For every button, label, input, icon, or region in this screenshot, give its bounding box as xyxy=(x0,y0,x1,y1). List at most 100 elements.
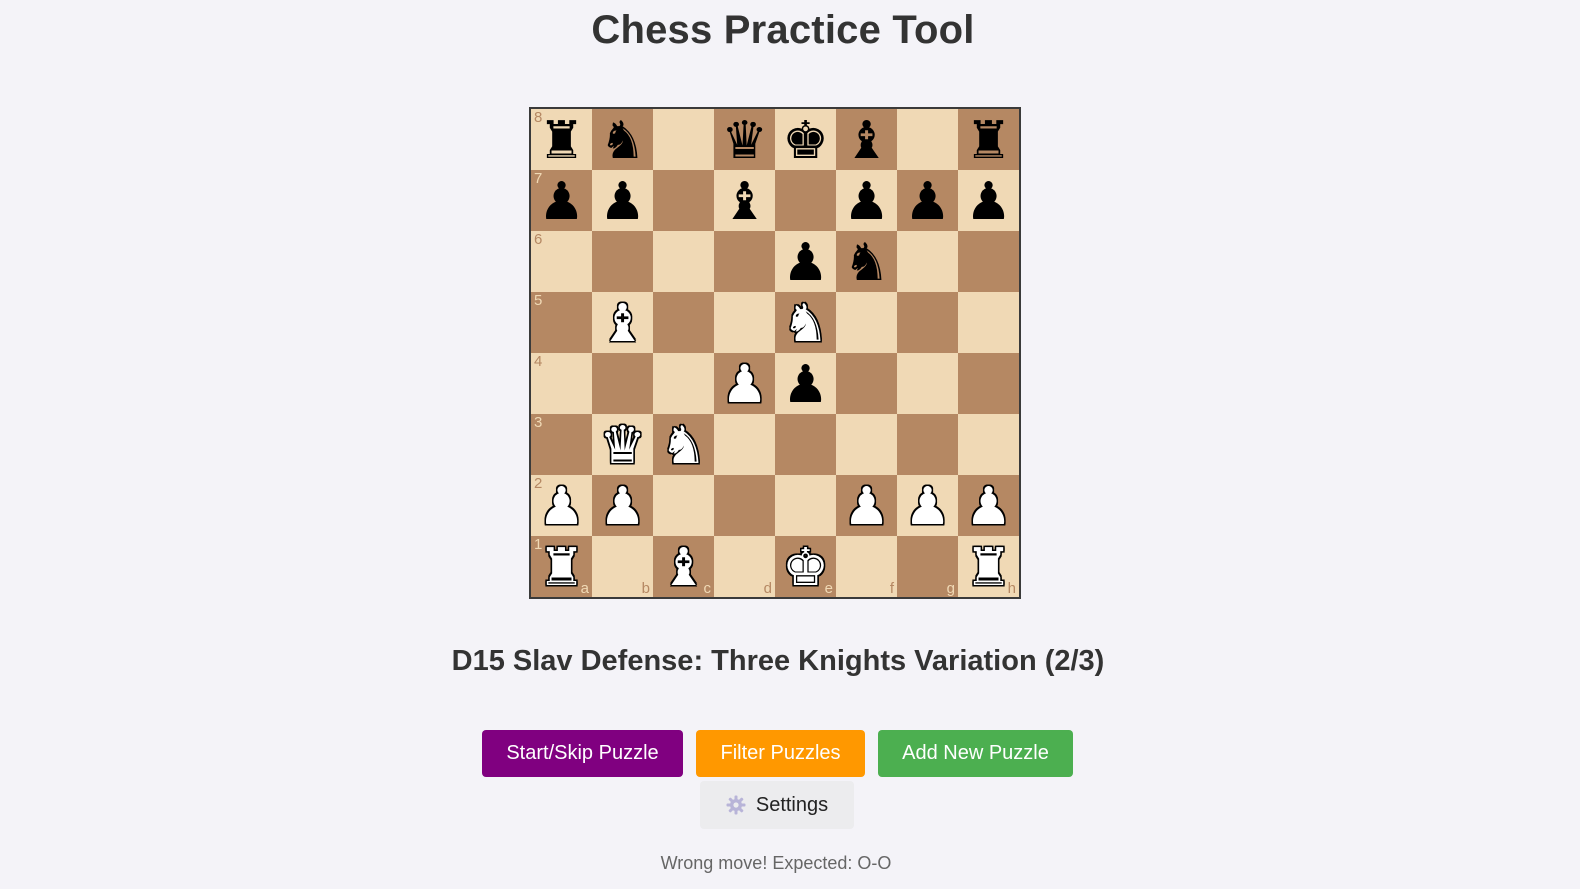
start-skip-puzzle-button[interactable]: Start/Skip Puzzle xyxy=(482,730,683,777)
square-e6[interactable]: ♟ xyxy=(775,231,836,292)
black-pawn-icon[interactable]: ♟ xyxy=(904,176,951,228)
white-rook-icon[interactable]: ♜ xyxy=(538,542,585,594)
square-f5[interactable] xyxy=(836,292,897,353)
square-a7[interactable]: 7 ♟ xyxy=(531,170,592,231)
square-d1[interactable]: d xyxy=(714,536,775,597)
rank-label: 3 xyxy=(534,414,543,431)
square-f6[interactable]: ♞ xyxy=(836,231,897,292)
square-c1[interactable]: c ♝ xyxy=(653,536,714,597)
black-pawn-icon[interactable]: ♟ xyxy=(843,176,890,228)
black-pawn-icon[interactable]: ♟ xyxy=(599,176,646,228)
add-new-puzzle-button[interactable]: Add New Puzzle xyxy=(878,730,1073,777)
square-g3[interactable] xyxy=(897,414,958,475)
square-g4[interactable] xyxy=(897,353,958,414)
square-g2[interactable]: ♟ xyxy=(897,475,958,536)
square-d2[interactable] xyxy=(714,475,775,536)
black-pawn-icon[interactable]: ♟ xyxy=(782,359,829,411)
square-h3[interactable] xyxy=(958,414,1019,475)
square-h1[interactable]: h ♜ xyxy=(958,536,1019,597)
square-e2[interactable] xyxy=(775,475,836,536)
square-c7[interactable] xyxy=(653,170,714,231)
square-h5[interactable] xyxy=(958,292,1019,353)
white-pawn-icon[interactable]: ♟ xyxy=(843,481,890,533)
square-h7[interactable]: ♟ xyxy=(958,170,1019,231)
square-b1[interactable]: b xyxy=(592,536,653,597)
square-g1[interactable]: g xyxy=(897,536,958,597)
white-king-icon[interactable]: ♚ xyxy=(782,542,829,594)
square-h8[interactable]: ♜ xyxy=(958,109,1019,170)
square-b5[interactable]: ♝ xyxy=(592,292,653,353)
square-f7[interactable]: ♟ xyxy=(836,170,897,231)
square-c6[interactable] xyxy=(653,231,714,292)
black-knight-icon[interactable]: ♞ xyxy=(599,115,646,167)
square-d4[interactable]: ♟ xyxy=(714,353,775,414)
square-g8[interactable] xyxy=(897,109,958,170)
square-g6[interactable] xyxy=(897,231,958,292)
black-rook-icon[interactable]: ♜ xyxy=(538,115,585,167)
white-queen-icon[interactable]: ♛ xyxy=(599,420,646,472)
square-d5[interactable] xyxy=(714,292,775,353)
settings-label: Settings xyxy=(755,793,829,816)
square-h2[interactable]: ♟ xyxy=(958,475,1019,536)
square-f3[interactable] xyxy=(836,414,897,475)
square-a2[interactable]: 2 ♟ xyxy=(531,475,592,536)
black-king-icon[interactable]: ♚ xyxy=(782,115,829,167)
square-a8[interactable]: 8 ♜ xyxy=(531,109,592,170)
square-f8[interactable]: ♝ xyxy=(836,109,897,170)
white-knight-icon[interactable]: ♞ xyxy=(660,420,707,472)
square-a1[interactable]: 1 a ♜ xyxy=(531,536,592,597)
white-rook-icon[interactable]: ♜ xyxy=(965,542,1012,594)
square-e4[interactable]: ♟ xyxy=(775,353,836,414)
square-g7[interactable]: ♟ xyxy=(897,170,958,231)
black-bishop-icon[interactable]: ♝ xyxy=(843,115,890,167)
square-b8[interactable]: ♞ xyxy=(592,109,653,170)
square-a3[interactable]: 3 xyxy=(531,414,592,475)
square-f1[interactable]: f xyxy=(836,536,897,597)
square-c4[interactable] xyxy=(653,353,714,414)
square-e7[interactable] xyxy=(775,170,836,231)
black-bishop-icon[interactable]: ♝ xyxy=(721,176,768,228)
black-rook-icon[interactable]: ♜ xyxy=(965,115,1012,167)
chess-board[interactable]: 8 ♜ ♞ ♛ ♚ ♝ ♜ 7 ♟ ♟ ♝ ♟ ♟ ♟ 6 ♟ ♞ 5 ♝ ♞ 4 ♟ ♟ 3 ♛ ♞ 2 ♟ ♟ ♟ ♟ ♟ 1 a ♜ b c ♝ d e… xyxy=(529,107,1021,599)
square-d7[interactable]: ♝ xyxy=(714,170,775,231)
white-bishop-icon[interactable]: ♝ xyxy=(599,298,646,350)
white-pawn-icon[interactable]: ♟ xyxy=(721,359,768,411)
square-e3[interactable] xyxy=(775,414,836,475)
square-h6[interactable] xyxy=(958,231,1019,292)
square-d8[interactable]: ♛ xyxy=(714,109,775,170)
square-b7[interactable]: ♟ xyxy=(592,170,653,231)
square-a6[interactable]: 6 xyxy=(531,231,592,292)
square-e1[interactable]: e ♚ xyxy=(775,536,836,597)
square-b3[interactable]: ♛ xyxy=(592,414,653,475)
square-d3[interactable] xyxy=(714,414,775,475)
square-c5[interactable] xyxy=(653,292,714,353)
square-a4[interactable]: 4 xyxy=(531,353,592,414)
square-f2[interactable]: ♟ xyxy=(836,475,897,536)
filter-puzzles-button[interactable]: Filter Puzzles xyxy=(696,730,865,777)
white-bishop-icon[interactable]: ♝ xyxy=(660,542,707,594)
black-pawn-icon[interactable]: ♟ xyxy=(965,176,1012,228)
square-h4[interactable] xyxy=(958,353,1019,414)
black-knight-icon[interactable]: ♞ xyxy=(843,237,890,289)
white-pawn-icon[interactable]: ♟ xyxy=(904,481,951,533)
square-d6[interactable] xyxy=(714,231,775,292)
square-a5[interactable]: 5 xyxy=(531,292,592,353)
square-e8[interactable]: ♚ xyxy=(775,109,836,170)
square-c2[interactable] xyxy=(653,475,714,536)
square-f4[interactable] xyxy=(836,353,897,414)
black-pawn-icon[interactable]: ♟ xyxy=(782,237,829,289)
square-b6[interactable] xyxy=(592,231,653,292)
black-pawn-icon[interactable]: ♟ xyxy=(538,176,585,228)
square-b4[interactable] xyxy=(592,353,653,414)
square-b2[interactable]: ♟ xyxy=(592,475,653,536)
white-pawn-icon[interactable]: ♟ xyxy=(599,481,646,533)
square-c3[interactable]: ♞ xyxy=(653,414,714,475)
white-knight-icon[interactable]: ♞ xyxy=(782,298,829,350)
settings-button[interactable]: Settings xyxy=(700,781,854,829)
square-g5[interactable] xyxy=(897,292,958,353)
square-e5[interactable]: ♞ xyxy=(775,292,836,353)
white-pawn-icon[interactable]: ♟ xyxy=(965,481,1012,533)
square-c8[interactable] xyxy=(653,109,714,170)
white-pawn-icon[interactable]: ♟ xyxy=(538,481,585,533)
black-queen-icon[interactable]: ♛ xyxy=(721,115,768,167)
